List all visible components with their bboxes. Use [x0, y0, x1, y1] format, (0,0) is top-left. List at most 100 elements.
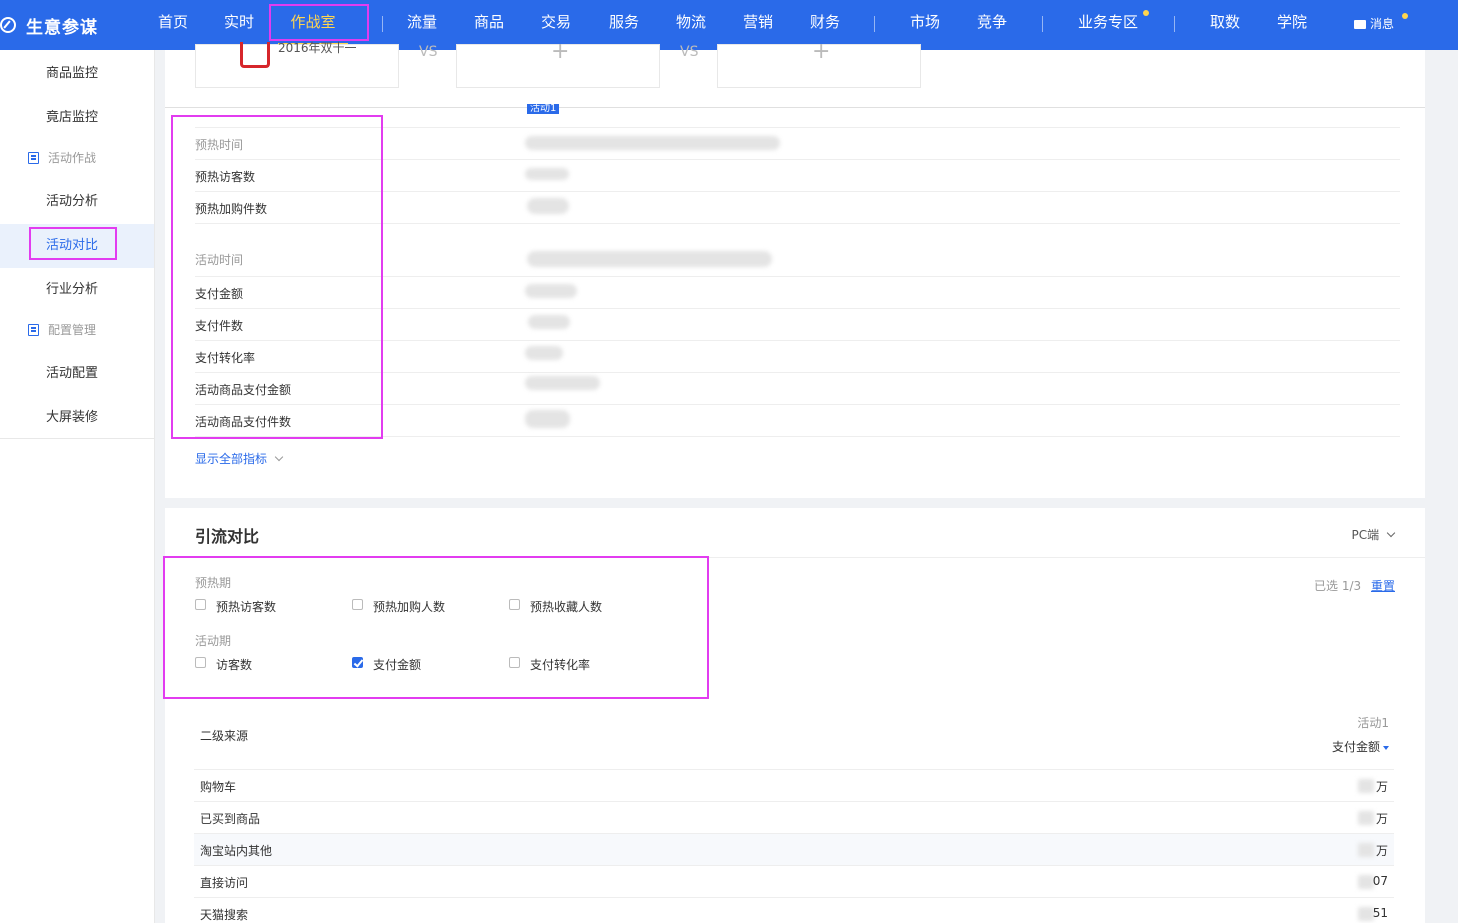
metric-pay-count: 支付件数	[195, 319, 244, 333]
device-select[interactable]: PC端	[1352, 526, 1396, 543]
sidebar-item-shop-monitor[interactable]: 竟店监控	[0, 96, 154, 140]
nav-separator	[382, 16, 383, 32]
add-icon: +	[551, 39, 570, 64]
checkbox-label: 预热收藏人数	[530, 600, 603, 614]
section-divider	[165, 557, 1425, 558]
brand-name: 生意参谋	[26, 17, 98, 38]
nav-academy[interactable]: 学院	[1274, 0, 1310, 50]
reset-link[interactable]: 重置	[1371, 579, 1395, 593]
nav-separator	[874, 16, 875, 32]
vs-label: VS	[419, 44, 438, 60]
row-divider	[195, 223, 1400, 224]
sidebar-item-screen-decor[interactable]: 大屏装修	[0, 396, 154, 440]
source-name: 已买到商品	[200, 812, 261, 826]
blurred-value	[525, 376, 600, 390]
document-icon	[28, 152, 39, 164]
source-name: 天猫搜索	[200, 908, 249, 922]
show-all-metrics-link[interactable]: 显示全部指标	[195, 450, 284, 467]
blurred-value	[1358, 907, 1374, 921]
preheat-period-label: 预热期	[195, 576, 232, 590]
nav-logistics[interactable]: 物流	[673, 0, 709, 50]
col-header-source: 二级来源	[200, 729, 249, 743]
checkbox-preheat-cart[interactable]	[352, 599, 363, 610]
checkbox-label: 支付转化率	[530, 658, 591, 672]
compass-icon	[0, 17, 16, 33]
checkbox-visitors[interactable]	[195, 657, 206, 668]
checkbox-pay-rate[interactable]	[509, 657, 520, 668]
source-value: 万	[1375, 844, 1388, 858]
blurred-value	[525, 168, 569, 180]
blurred-value	[1358, 779, 1374, 793]
table-row[interactable]: 直接访问 07	[194, 865, 1394, 897]
metric-preheat-cart: 预热加购件数	[195, 202, 268, 216]
sort-down-icon	[1383, 746, 1389, 750]
nav-warroom-label: 作战室	[290, 13, 336, 31]
sidebar-group-label: 活动作战	[48, 151, 97, 165]
blurred-value	[528, 315, 570, 329]
activity-time-label: 活动时间	[195, 253, 244, 267]
document-icon	[28, 324, 39, 336]
checkbox-label: 支付金额	[373, 658, 422, 672]
nav-marketing[interactable]: 营销	[740, 0, 776, 50]
row-divider	[195, 276, 1400, 277]
brand[interactable]: 生意参谋	[0, 0, 140, 50]
nav-separator	[1042, 16, 1043, 32]
sidebar: 商品监控 竟店监控 活动作战 活动分析 活动对比 行业分析 配置管理 活动配置 …	[0, 50, 155, 923]
blurred-value	[527, 198, 569, 214]
col-header-metric: 支付金额	[1331, 740, 1380, 754]
metric-preheat-visitors: 预热访客数	[195, 170, 256, 184]
nav-service[interactable]: 服务	[606, 0, 642, 50]
compare-card-2[interactable]: +	[456, 39, 660, 88]
activity-tag: 活动1	[527, 104, 560, 114]
source-name: 直接访问	[200, 876, 249, 890]
nav-goods[interactable]: 商品	[471, 0, 507, 50]
col-header-activity: 活动1	[1357, 716, 1389, 730]
nav-business-zone[interactable]: 业务专区	[1074, 0, 1142, 50]
blurred-value	[1358, 875, 1374, 889]
metric-pay-rate: 支付转化率	[195, 351, 256, 365]
metric-goods-pay-count: 活动商品支付件数	[195, 415, 292, 429]
nav-market[interactable]: 市场	[907, 0, 943, 50]
compare-card-1[interactable]: 2016年双十一	[195, 41, 399, 88]
sidebar-item-activity-config[interactable]: 活动配置	[0, 352, 154, 396]
sidebar-item-goods-monitor[interactable]: 商品监控	[0, 52, 154, 96]
nav-compete[interactable]: 竞争	[974, 0, 1010, 50]
metric-goods-pay-amount: 活动商品支付金额	[195, 383, 292, 397]
chevron-down-icon	[1386, 528, 1396, 538]
checkbox-preheat-visitors[interactable]	[195, 599, 206, 610]
row-divider	[195, 340, 1400, 341]
col-header-metric-sort[interactable]: 支付金额	[1332, 738, 1389, 755]
top-nav: 生意参谋 首页 实时 作战室 流量 商品 交易 服务 物流 营销 财务 市场 竞…	[0, 0, 1458, 50]
row-divider	[195, 127, 1400, 128]
checkbox-preheat-fav[interactable]	[509, 599, 520, 610]
table-row[interactable]: 购物车 万	[194, 769, 1394, 801]
source-value: 07	[1372, 874, 1388, 888]
source-name: 淘宝站内其他	[200, 844, 273, 858]
checkbox-label: 访客数	[216, 658, 253, 672]
nav-home[interactable]: 首页	[155, 0, 191, 50]
tmall-logo-icon	[240, 42, 270, 68]
metrics-panel: 活动1 预热时间 预热访客数 预热加购件数 活动时间 支付金额 支付件数 支付转…	[165, 104, 1425, 498]
source-value: 万	[1375, 812, 1388, 826]
sidebar-group-activity: 活动作战	[0, 138, 154, 178]
message-button[interactable]: 消息	[1354, 15, 1394, 33]
table-row[interactable]: 天猫搜索 51	[194, 897, 1394, 923]
compare-selector-panel: 2016年双十一 VS + VS +	[165, 39, 1425, 108]
checkbox-label: 预热访客数	[216, 600, 277, 614]
nav-separator	[1174, 16, 1175, 32]
table-row[interactable]: 淘宝站内其他 万	[194, 833, 1394, 865]
compare-card-3[interactable]: +	[717, 39, 921, 88]
source-name: 购物车	[200, 780, 237, 794]
sidebar-group-config: 配置管理	[0, 310, 154, 350]
sidebar-item-activity-analysis[interactable]: 活动分析	[0, 180, 154, 224]
compare-card-1-label: 2016年双十一	[278, 41, 357, 55]
row-divider	[195, 191, 1400, 192]
checkbox-pay-amount[interactable]	[352, 657, 363, 668]
nav-fetch-data[interactable]: 取数	[1207, 0, 1243, 50]
nav-traffic[interactable]: 流量	[404, 0, 440, 50]
sidebar-item-activity-compare[interactable]: 活动对比	[0, 224, 154, 268]
blurred-value	[1358, 811, 1374, 825]
activity-period-label: 活动期	[195, 634, 232, 648]
sidebar-item-industry-analysis[interactable]: 行业分析	[0, 268, 154, 312]
table-row[interactable]: 已买到商品 万	[194, 801, 1394, 833]
